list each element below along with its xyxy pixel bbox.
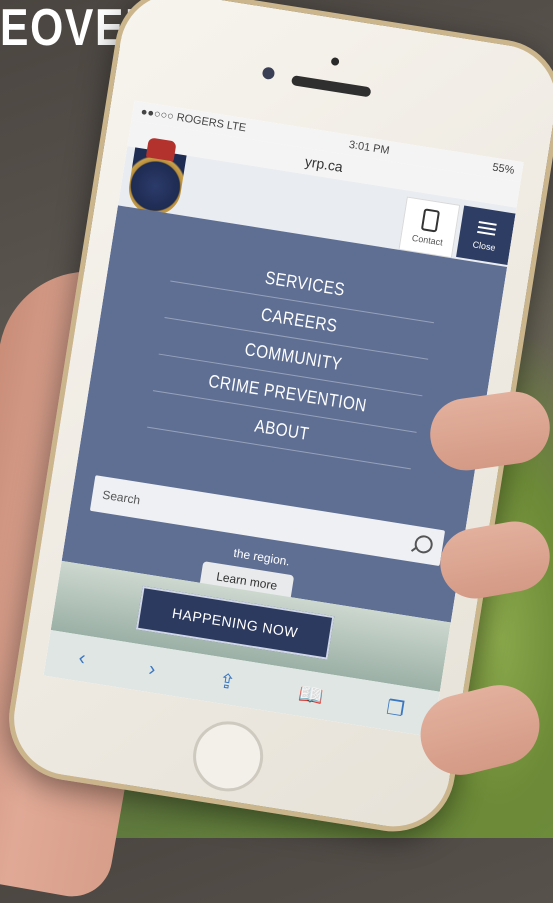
close-menu-button[interactable]: Close	[456, 205, 516, 266]
contact-label: Contact	[411, 232, 444, 248]
phone-icon	[420, 208, 441, 233]
contact-button[interactable]: Contact	[398, 196, 461, 259]
close-label: Close	[471, 239, 497, 253]
forward-icon[interactable]: ›	[147, 658, 157, 682]
back-icon[interactable]: ‹	[77, 646, 87, 670]
hamburger-icon	[477, 218, 498, 239]
share-icon[interactable]: ⇪	[217, 668, 237, 695]
search-icon[interactable]	[413, 534, 434, 555]
tabs-icon[interactable]: ❐	[385, 694, 407, 721]
battery-label: 55%	[491, 161, 516, 177]
crown-icon	[145, 137, 177, 162]
clock: 3:01 PM	[348, 138, 391, 158]
url-text: yrp.ca	[303, 153, 345, 175]
search-placeholder: Search	[101, 487, 142, 508]
bookmarks-icon[interactable]: 📖	[297, 680, 326, 709]
